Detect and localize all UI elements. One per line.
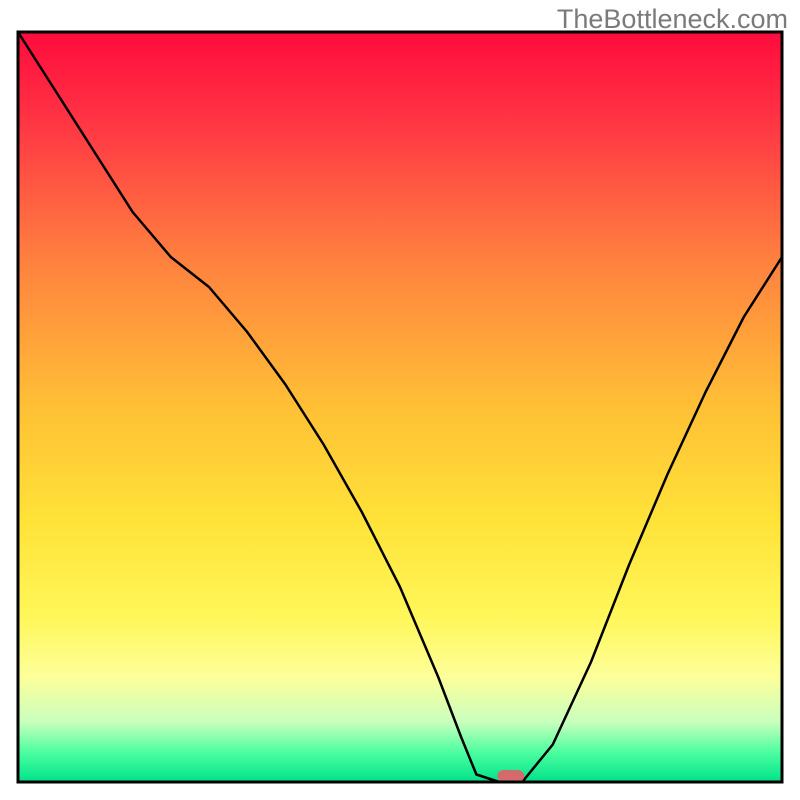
optimum-marker [497, 770, 524, 782]
chart-container: TheBottleneck.com [0, 0, 800, 800]
bottleneck-chart [0, 0, 800, 800]
chart-background [18, 32, 782, 782]
watermark-text: TheBottleneck.com [557, 4, 788, 35]
